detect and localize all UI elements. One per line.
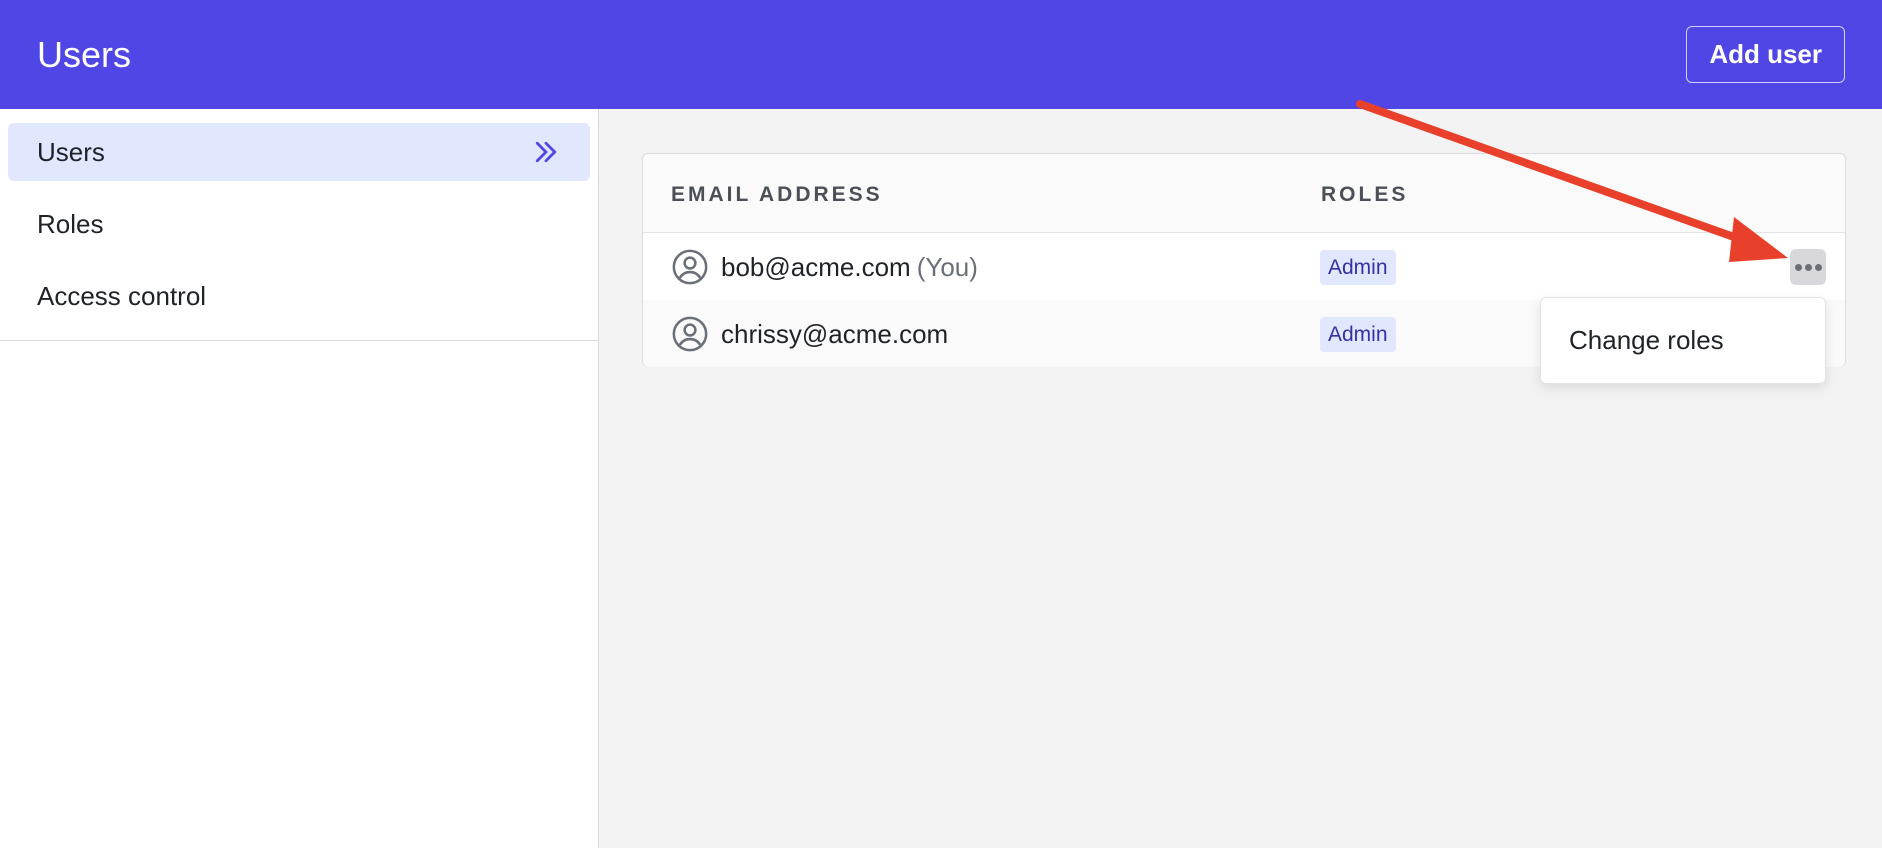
- more-dots-icon: [1804, 263, 1812, 271]
- row-actions-menu: Change roles: [1540, 297, 1826, 384]
- sidebar-item-roles[interactable]: Roles: [8, 195, 590, 253]
- row-actions-button[interactable]: [1790, 249, 1826, 285]
- sidebar-item-access-control[interactable]: Access control: [8, 267, 590, 325]
- chevrons-right-icon: [535, 141, 557, 163]
- sidebar: Users Roles Access control: [0, 109, 599, 848]
- add-user-button[interactable]: Add user: [1686, 26, 1845, 83]
- user-email: bob@acme.com (You): [721, 252, 978, 283]
- sidebar-item-users[interactable]: Users: [8, 123, 590, 181]
- column-header-email: EMAIL ADDRESS: [671, 183, 883, 206]
- user-avatar-icon: [672, 249, 708, 285]
- sidebar-nav: Users Roles Access control: [0, 109, 598, 341]
- user-email: chrissy@acme.com: [721, 319, 949, 349]
- table-header: EMAIL ADDRESS ROLES: [643, 154, 1845, 233]
- role-badge: Admin: [1320, 250, 1396, 285]
- sidebar-item-label: Access control: [37, 280, 207, 311]
- user-avatar-icon: [672, 316, 708, 352]
- sidebar-item-label: Users: [37, 136, 105, 167]
- sidebar-item-label: Roles: [37, 208, 104, 239]
- you-label: (You): [916, 252, 978, 282]
- page-title: Users: [37, 33, 132, 75]
- menu-item-change-roles[interactable]: Change roles: [1569, 325, 1724, 356]
- main-content: EMAIL ADDRESS ROLES bob@acme.com (You) Ad…: [599, 109, 1882, 848]
- email-text: bob@acme.com: [721, 252, 911, 282]
- role-badge: Admin: [1320, 317, 1396, 352]
- more-dots-icon: [1814, 263, 1822, 271]
- more-dots-icon: [1794, 263, 1802, 271]
- app-header: Users Add user: [0, 0, 1882, 109]
- column-header-roles: ROLES: [1321, 183, 1409, 206]
- table-row: bob@acme.com (You) Admin: [643, 233, 1845, 300]
